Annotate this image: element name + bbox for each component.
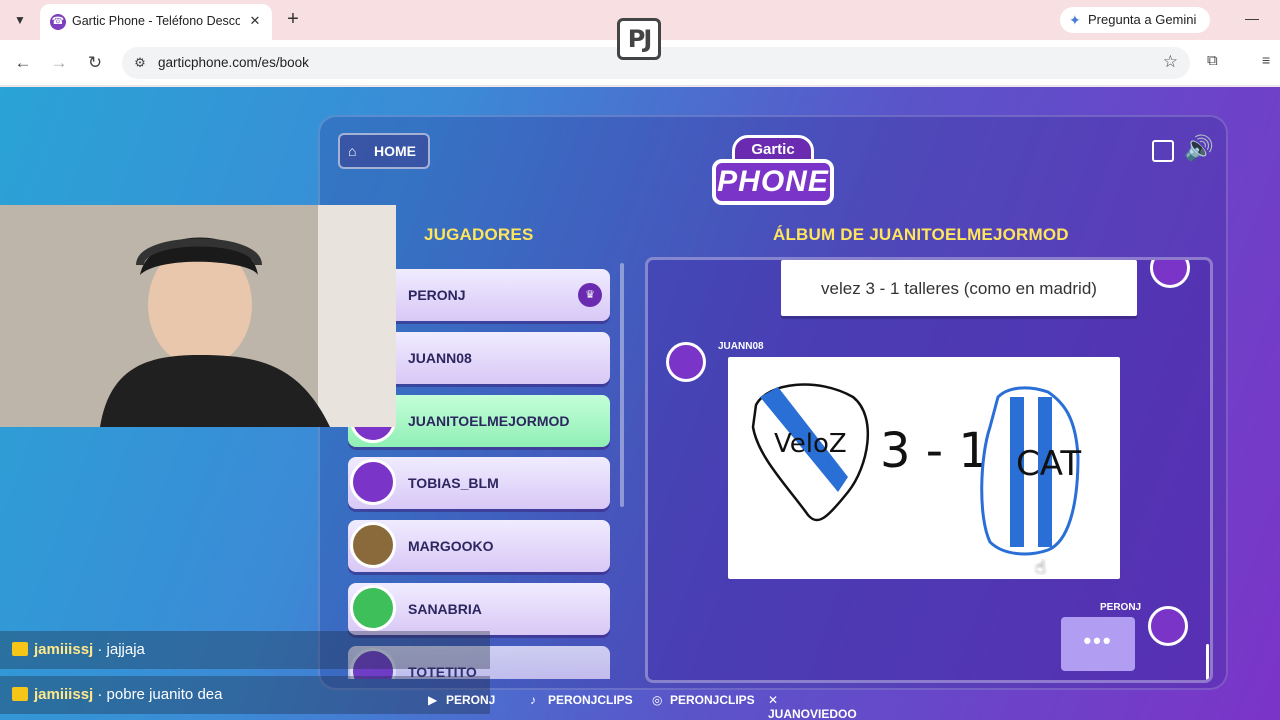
webcam-feed (0, 205, 396, 427)
album-panel: velez 3 - 1 talleres (como en madrid) JU… (645, 257, 1213, 683)
player-avatar (350, 459, 396, 505)
player-name: PERONJ (408, 287, 466, 303)
player-name: TOBIAS_BLM (408, 475, 499, 491)
chat-text: · pobre juanito dea (97, 686, 223, 703)
instagram-icon: ◎ (652, 693, 663, 707)
player-name: MARGOOKO (408, 538, 494, 554)
player-name: SANABRIA (408, 601, 482, 617)
social-youtube: ▶ PERONJ (428, 693, 496, 707)
new-tab-button[interactable]: + (282, 8, 304, 30)
browser-tab[interactable]: ☎ Gartic Phone - Teléfono Descon ✕ (40, 4, 272, 40)
host-crown-icon: ♛ (578, 283, 602, 307)
close-tab-icon[interactable]: ✕ (246, 12, 264, 30)
logo-main-text: PHONE (712, 159, 834, 205)
extensions-puzzle-icon[interactable]: ⧉ (1207, 52, 1218, 69)
drawing-author: JUANN08 (718, 341, 764, 352)
player-card: TOBIAS_BLM (348, 457, 610, 509)
reload-icon[interactable]: ↻ (84, 52, 106, 74)
gemini-label: Pregunta a Gemini (1088, 12, 1197, 27)
player-card: MARGOOKO (348, 520, 610, 572)
mouse-cursor-icon: ☝ (1035, 557, 1046, 577)
typing-indicator: ••• (1061, 617, 1135, 671)
author-avatar (1148, 606, 1188, 646)
social-tiktok: ♪ PERONJCLIPS (530, 693, 633, 707)
home-icon: ⌂ (348, 143, 357, 159)
album-text-entry: velez 3 - 1 talleres (como en madrid) (781, 260, 1137, 316)
reading-list-icon[interactable]: ≡ (1262, 52, 1270, 68)
drawing-canvas: VeloZ 3 - 1 CAT (751, 383, 1081, 556)
album-scrollbar[interactable] (1206, 644, 1209, 680)
gartic-page: ⌂ HOME Gartic PHONE 🔊 JUGADORES ÁLBUM DE… (0, 87, 1280, 720)
x-icon: ✕ (768, 693, 779, 707)
subscriber-badge-icon (12, 642, 28, 656)
players-title: JUGADORES (424, 225, 534, 244)
minimize-window-button[interactable]: — (1242, 8, 1262, 28)
bookmark-star-icon[interactable]: ☆ (1163, 52, 1178, 72)
author-avatar (1150, 260, 1190, 288)
player-avatar (350, 522, 396, 568)
chat-text: · jajjaja (97, 641, 145, 658)
chat-username: jamiiissj (34, 686, 94, 703)
players-scrollbar[interactable] (620, 263, 624, 507)
tiktok-icon: ♪ (530, 693, 536, 707)
player-card: SANABRIA (348, 583, 610, 635)
typing-author: PERONJ (1100, 602, 1142, 613)
gemini-button[interactable]: ✦ Pregunta a Gemini (1060, 7, 1210, 33)
drawing-left-label: VeloZ (774, 429, 847, 459)
fullscreen-icon[interactable] (1152, 140, 1174, 162)
streamer-logo: PJ (617, 18, 661, 60)
chat-message: jamiiissj · pobre juanito dea (0, 676, 490, 714)
player-name: JUANN08 (408, 350, 472, 366)
social-instagram: ◎ PERONJCLIPS (652, 693, 755, 707)
drawing-score: 3 - 1 (880, 423, 989, 479)
social-links: ▶ PERONJ ♪ PERONJCLIPS ◎ PERONJCLIPS ✕JUANO… (428, 693, 868, 720)
social-x: ✕JUANOVIEDOO (768, 693, 857, 720)
subscriber-badge-icon (12, 687, 28, 701)
author-avatar (666, 342, 706, 382)
player-avatar (350, 585, 396, 631)
volume-icon[interactable]: 🔊 (1184, 137, 1214, 161)
player-name: JUANITOELMEJORMOD (408, 413, 570, 429)
chat-username: jamiiissj (34, 641, 94, 658)
chat-message: jamiiissj · jajjaja (0, 631, 490, 669)
drawing-right-label: CAT (1016, 444, 1081, 484)
home-button[interactable]: ⌂ HOME (338, 133, 430, 169)
tab-title: Gartic Phone - Teléfono Descon (72, 14, 240, 28)
gartic-favicon-icon: ☎ (50, 14, 66, 30)
url-text[interactable]: garticphone.com/es/book (158, 55, 309, 70)
forward-arrow-icon[interactable]: → (48, 52, 70, 74)
site-info-icon[interactable]: ⚙ (130, 53, 150, 73)
back-arrow-icon[interactable]: ← (12, 52, 34, 74)
webcam-overlay (0, 205, 396, 427)
tab-search-icon[interactable]: ▼ (8, 8, 32, 32)
album-title: ÁLBUM DE JUANITOELMEJORMOD (773, 225, 1069, 244)
gartic-phone-logo: Gartic PHONE (712, 135, 834, 207)
youtube-icon: ▶ (428, 693, 438, 707)
home-label: HOME (374, 143, 416, 159)
gemini-sparkle-icon: ✦ (1069, 12, 1081, 28)
album-drawing: VeloZ 3 - 1 CAT (728, 357, 1120, 579)
